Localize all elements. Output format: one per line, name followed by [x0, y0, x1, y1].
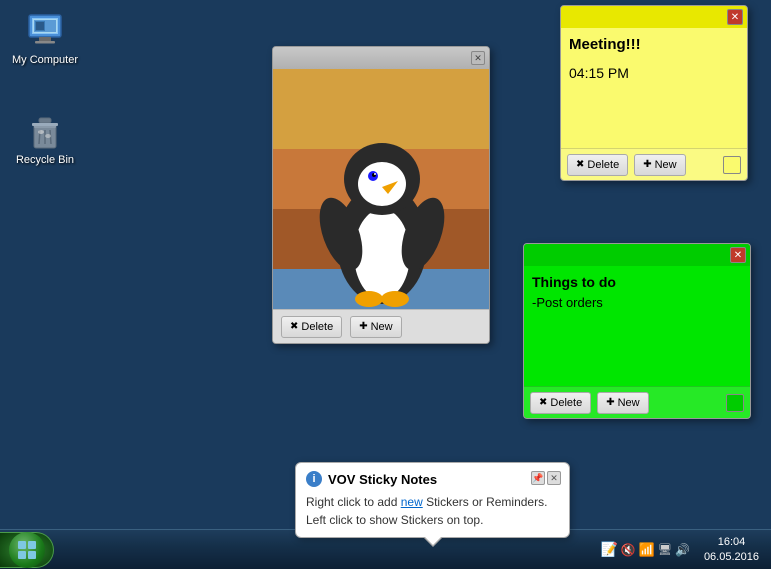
- green-note-header[interactable]: ✕: [524, 244, 750, 266]
- yellow-new-label: New: [655, 159, 677, 171]
- yellow-note-footer: ✖ Delete ✚ New: [561, 148, 747, 180]
- green-delete-button[interactable]: ✖ Delete: [530, 392, 591, 414]
- yellow-color-swatch[interactable]: [723, 156, 741, 174]
- green-color-swatch[interactable]: [726, 394, 744, 412]
- recycle-bin-icon[interactable]: Recycle Bin: [10, 110, 80, 167]
- green-new-label: New: [618, 397, 640, 409]
- clock-date: 06.05.2016: [704, 550, 759, 564]
- yellow-note-close[interactable]: ✕: [727, 9, 743, 25]
- recycle-bin-svg: [25, 110, 65, 150]
- tooltip-close-area: 📌 ✕: [531, 471, 561, 485]
- recycle-bin-label: Recycle Bin: [16, 154, 74, 167]
- yellow-new-button[interactable]: ✚ New: [634, 154, 685, 176]
- tooltip-title-text: VOV Sticky Notes: [328, 472, 437, 487]
- tooltip-new-link[interactable]: new: [401, 495, 423, 509]
- yellow-delete-button[interactable]: ✖ Delete: [567, 154, 628, 176]
- my-computer-label: My Computer: [12, 54, 78, 67]
- penguin-new-button[interactable]: ✚ New: [350, 316, 401, 338]
- taskbar-right: 📝 🔇 📶 🖥 🔊 16:04 06.05.2016: [596, 530, 771, 569]
- yellow-sticky-note: ✕ Meeting!!! 04:15 PM ✖ Delete ✚ New: [560, 5, 748, 181]
- penguin-header[interactable]: ✕: [273, 47, 489, 69]
- penguin-window: ✕: [272, 46, 490, 344]
- delete-icon-y: ✖: [576, 159, 584, 170]
- tooltip-pin-button[interactable]: 📌: [531, 471, 545, 485]
- green-sticky-note: ✕ Things to do -Post orders ✖ Delete ✚ N…: [523, 243, 751, 419]
- clock[interactable]: 16:04 06.05.2016: [698, 530, 765, 569]
- penguin-close-button[interactable]: ✕: [471, 51, 485, 65]
- tooltip-arrow: [425, 537, 441, 545]
- tooltip-line2: Left click to show Stickers on top.: [306, 513, 483, 527]
- computer-svg: [25, 10, 65, 50]
- start-orb: [9, 532, 45, 568]
- monitor-icon[interactable]: 🖥: [658, 543, 672, 556]
- green-note-footer: ✖ Delete ✚ New: [524, 386, 750, 418]
- new-icon: ✚: [359, 321, 367, 332]
- new-label: New: [371, 321, 393, 333]
- tooltip-line1-pre: Right click to add: [306, 495, 401, 509]
- tooltip-close-button[interactable]: ✕: [547, 471, 561, 485]
- info-icon: i: [306, 471, 322, 487]
- delete-label: Delete: [301, 321, 333, 333]
- green-new-button[interactable]: ✚ New: [597, 392, 648, 414]
- penguin-svg: [273, 69, 490, 309]
- green-note-line2: -Post orders: [532, 293, 742, 313]
- yellow-note-line1: Meeting!!!: [569, 34, 739, 57]
- yellow-note-content: Meeting!!! 04:15 PM: [561, 28, 747, 148]
- penguin-footer: ✖ Delete ✚ New: [273, 309, 489, 343]
- penguin-delete-button[interactable]: ✖ Delete: [281, 316, 342, 338]
- new-icon-g: ✚: [606, 397, 614, 408]
- vov-tooltip: i VOV Sticky Notes 📌 ✕ Right click to ad…: [295, 462, 570, 538]
- yellow-note-header[interactable]: ✕: [561, 6, 747, 28]
- green-note-line1: Things to do: [532, 272, 742, 293]
- sticky-tray-icon[interactable]: 📝: [600, 541, 617, 558]
- my-computer-icon[interactable]: My Computer: [10, 10, 80, 67]
- volume-icon[interactable]: 🔊: [675, 543, 690, 557]
- network-icon[interactable]: 📶: [639, 542, 655, 558]
- yellow-note-line2: 04:15 PM: [569, 63, 739, 84]
- clock-time: 16:04: [718, 535, 746, 549]
- yellow-delete-label: Delete: [587, 159, 619, 171]
- green-delete-label: Delete: [550, 397, 582, 409]
- delete-icon-g: ✖: [539, 397, 547, 408]
- speaker-mute-icon[interactable]: 🔇: [621, 543, 636, 557]
- start-button[interactable]: [0, 532, 54, 568]
- green-note-content: Things to do -Post orders: [524, 266, 750, 386]
- penguin-image: [273, 69, 490, 309]
- tooltip-body: Right click to add new Stickers or Remin…: [306, 493, 559, 529]
- new-icon-y: ✚: [643, 159, 651, 170]
- green-note-close[interactable]: ✕: [730, 247, 746, 263]
- system-tray: 📝 🔇 📶 🖥 🔊: [596, 530, 694, 569]
- tooltip-title-row: i VOV Sticky Notes: [306, 471, 559, 487]
- delete-icon: ✖: [290, 321, 298, 332]
- windows-logo: [16, 539, 38, 561]
- tooltip-line1-post: Stickers or Reminders.: [423, 495, 548, 509]
